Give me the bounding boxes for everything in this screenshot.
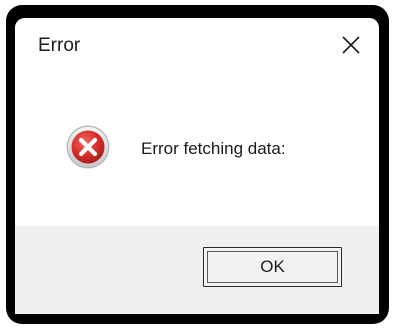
error-message: Error fetching data:	[141, 139, 286, 158]
close-icon	[342, 36, 360, 54]
dialog-content: Error fetching data:	[15, 74, 379, 226]
error-dialog: Error Error fetching data: OK	[15, 18, 379, 314]
error-icon	[66, 125, 110, 169]
ok-button[interactable]: OK	[203, 247, 342, 287]
title-bar: Error	[15, 18, 379, 74]
dialog-footer: OK	[15, 226, 379, 314]
close-button[interactable]	[319, 18, 379, 74]
dialog-title: Error	[38, 35, 81, 56]
ok-button-label: OK	[207, 251, 338, 283]
